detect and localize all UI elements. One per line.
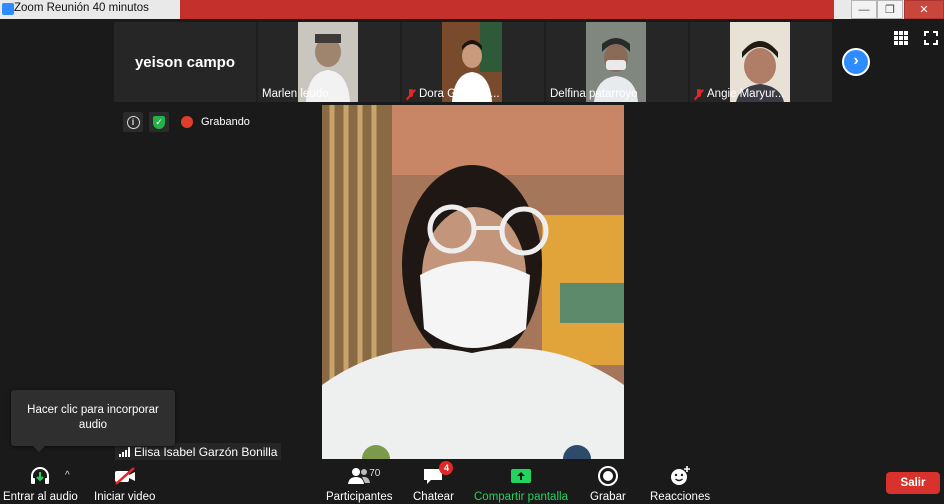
participants-label: Participantes <box>326 491 393 503</box>
active-speaker-video <box>322 105 624 459</box>
participant-label: Dora Galindo ... <box>406 88 500 100</box>
close-button[interactable]: ✕ <box>904 0 944 19</box>
window-title: Zoom Reunión 40 minutos <box>14 2 149 14</box>
mic-muted-icon <box>406 88 416 100</box>
start-video-label: Iniciar video <box>94 491 156 503</box>
participant-name: Angie Maryur... <box>707 88 785 100</box>
security-status-button[interactable]: ✓ <box>149 112 169 132</box>
next-page-button[interactable]: › <box>842 48 870 76</box>
participant-tile[interactable]: Angie Maryur... <box>690 22 832 102</box>
participants-button[interactable]: 70 Participantes <box>326 464 392 503</box>
video-off-icon <box>113 464 137 488</box>
join-audio-label: Entrar al audio <box>3 491 78 503</box>
participant-label: Marlen leudo <box>262 88 328 100</box>
recording-icon <box>181 116 193 128</box>
minimize-button[interactable]: — <box>851 0 877 19</box>
share-screen-button[interactable]: Compartir pantalla <box>474 464 568 503</box>
record-button[interactable]: Grabar <box>590 464 626 503</box>
meeting-info-button[interactable]: i <box>123 112 143 132</box>
leave-meeting-button[interactable]: Salir <box>886 472 940 494</box>
share-screen-label: Compartir pantalla <box>474 491 568 503</box>
maximize-button[interactable]: ❐ <box>877 0 903 19</box>
share-screen-icon <box>509 464 533 488</box>
shield-icon: ✓ <box>153 115 165 129</box>
chat-button[interactable]: 4 Chatear <box>413 461 454 503</box>
participant-gallery: yeison campo Marlen leudo Dora Galindo .… <box>114 22 832 102</box>
participant-tile[interactable]: Delfina patarroyo <box>546 22 688 102</box>
recording-label: Grabando <box>201 116 250 128</box>
titlebar-highlight <box>180 0 834 19</box>
participant-label: Delfina patarroyo <box>550 88 638 100</box>
record-label: Grabar <box>590 491 626 503</box>
fullscreen-icon[interactable] <box>924 31 938 45</box>
headphones-icon <box>28 464 52 488</box>
participant-tile[interactable]: Marlen leudo <box>258 22 400 102</box>
participants-count: 70 <box>369 468 381 479</box>
record-icon <box>596 464 620 488</box>
zoom-logo-icon <box>2 3 14 15</box>
participant-name: Dora Galindo ... <box>419 88 500 100</box>
participant-name: Marlen leudo <box>262 88 329 100</box>
mic-muted-icon <box>694 88 704 100</box>
smiley-plus-icon <box>668 464 692 488</box>
participant-name: Delfina patarroyo <box>550 88 638 100</box>
participant-tile[interactable]: Dora Galindo ... <box>402 22 544 102</box>
reactions-label: Reacciones <box>650 491 711 503</box>
chat-unread-badge: 4 <box>439 461 454 475</box>
chat-icon: 4 <box>421 461 454 488</box>
meeting-status-bar: i ✓ Grabando <box>123 112 250 132</box>
audio-options-caret[interactable]: ^ <box>65 470 70 481</box>
participants-icon: 70 <box>347 464 380 488</box>
join-audio-tooltip: Hacer clic para incorporar audio <box>11 390 175 452</box>
signal-strength-icon <box>119 446 130 457</box>
speaker-name: Elisa Isabel Garzón Bonilla <box>134 444 278 459</box>
participant-name: yeison campo <box>134 53 236 71</box>
reactions-button[interactable]: Reacciones <box>650 464 710 503</box>
start-video-button[interactable]: Iniciar video <box>94 464 155 503</box>
gallery-view-icon[interactable] <box>894 31 908 45</box>
participant-tile-name-only[interactable]: yeison campo <box>114 22 256 102</box>
meeting-toolbar: Entrar al audio ^ Iniciar video 70 Parti… <box>0 460 944 504</box>
window-titlebar: Zoom Reunión 40 minutos — ❐ ✕ <box>0 0 944 19</box>
info-icon: i <box>126 115 140 129</box>
chat-label: Chatear <box>413 491 454 503</box>
participant-label: Angie Maryur... <box>694 88 784 100</box>
speaker-video-frame <box>322 105 624 459</box>
